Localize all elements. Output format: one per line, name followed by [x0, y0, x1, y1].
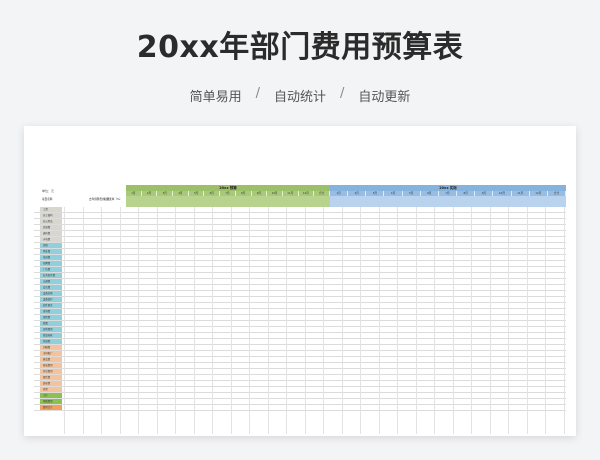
grid-line	[434, 207, 435, 434]
grid-line	[212, 207, 213, 434]
row-label: 研发费用	[43, 364, 53, 367]
feature-list: 简单易用 / 自动统计 / 自动更新	[0, 86, 600, 105]
separator: /	[255, 86, 260, 101]
grid-line	[489, 207, 491, 434]
col-category-header: 项目名称	[42, 198, 53, 201]
row-label: 水电费	[43, 238, 51, 241]
grid-line	[323, 207, 324, 434]
grid-line	[156, 207, 158, 434]
spreadsheet-preview: 单位：元 项目名称 去年预算费用（元） 20xx 预算 20xx 实际 1月 2月…	[24, 126, 576, 436]
row-label: 低值易耗	[43, 334, 53, 337]
row-label: 软件服务	[43, 304, 53, 307]
grid-line	[545, 207, 546, 434]
row-label: 广告费	[43, 268, 51, 271]
grid-line	[101, 207, 102, 434]
row-label: 招聘费	[43, 262, 51, 265]
feature-item: 简单易用	[189, 90, 242, 105]
budget-header-fill	[126, 196, 330, 207]
row-label: 其他	[43, 388, 48, 391]
row-label: 办公用品	[43, 220, 53, 223]
row-label: 员工福利	[43, 214, 53, 217]
row-label: 差旅费	[43, 226, 51, 229]
table-row: 费用合计	[34, 405, 566, 411]
grid-line	[397, 207, 398, 434]
grid-line	[415, 207, 417, 434]
feature-item: 自动更新	[358, 90, 411, 105]
grid-line	[267, 207, 269, 434]
row-label: 设备采购	[43, 292, 53, 295]
row-label: 通讯费	[43, 232, 51, 235]
feature-item: 自动统计	[273, 90, 326, 105]
row-label: 会议费	[43, 286, 51, 289]
grid-line	[360, 207, 361, 434]
grid-line	[471, 207, 472, 434]
row-label: 快递费	[43, 340, 51, 343]
row-label: 业务招待费	[43, 274, 55, 277]
row-label: 咨询费	[43, 310, 51, 313]
grid-line	[563, 207, 565, 434]
row-label: 租赁费	[43, 376, 51, 379]
grid-line	[508, 207, 509, 434]
grid-line	[526, 207, 528, 434]
grid-line	[175, 207, 176, 434]
unit-label: 单位：元	[42, 189, 55, 193]
row-label: 外包费用	[43, 370, 53, 373]
grid-line	[304, 207, 306, 434]
row-label: 设备维护	[43, 298, 53, 301]
row-label: 税费	[43, 322, 48, 325]
row-label: 预留费用	[43, 400, 53, 403]
row-label: 展会费	[43, 358, 51, 361]
budget-sheet: 单位：元 项目名称 去年预算费用（元） 20xx 预算 20xx 实际 1月 2月…	[34, 185, 566, 434]
grid-line	[452, 207, 454, 434]
grid-line	[286, 207, 287, 434]
row-label: 培训费	[43, 256, 51, 259]
grid-line	[82, 207, 84, 434]
grid-line	[341, 207, 343, 434]
page-title: 20xx年部门费用预算表	[136, 30, 464, 65]
row-label: 房租	[43, 244, 48, 247]
sheet-rows: 工资员工福利办公用品差旅费通讯费水电费房租物业费培训费招聘费广告费业务招待费交通…	[34, 207, 566, 411]
row-label: 物业费	[43, 250, 51, 253]
grid-line	[193, 207, 195, 434]
grid-line	[119, 207, 121, 434]
actual-header-fill	[330, 196, 566, 207]
grid-line	[138, 207, 139, 434]
grid-line	[249, 207, 250, 434]
grid-line	[64, 207, 65, 434]
row-label: 工资	[43, 208, 48, 211]
row-label: 装修费	[43, 382, 51, 385]
row-label: 小计	[43, 394, 48, 397]
grid-line	[378, 207, 380, 434]
sheet-left-header: 单位：元 项目名称 去年预算费用（元）	[34, 185, 122, 207]
grid-line	[230, 207, 232, 434]
separator: /	[340, 86, 345, 101]
row-label: 市场推广	[43, 352, 53, 355]
row-label: 其他费用	[43, 328, 53, 331]
row-label: 费用合计	[43, 406, 53, 409]
col-ratio-header: 较增长率（%）	[104, 198, 123, 201]
row-label: 印刷费	[43, 346, 51, 349]
row-label: 保险费	[43, 316, 51, 319]
row-label: 交通费	[43, 280, 51, 283]
